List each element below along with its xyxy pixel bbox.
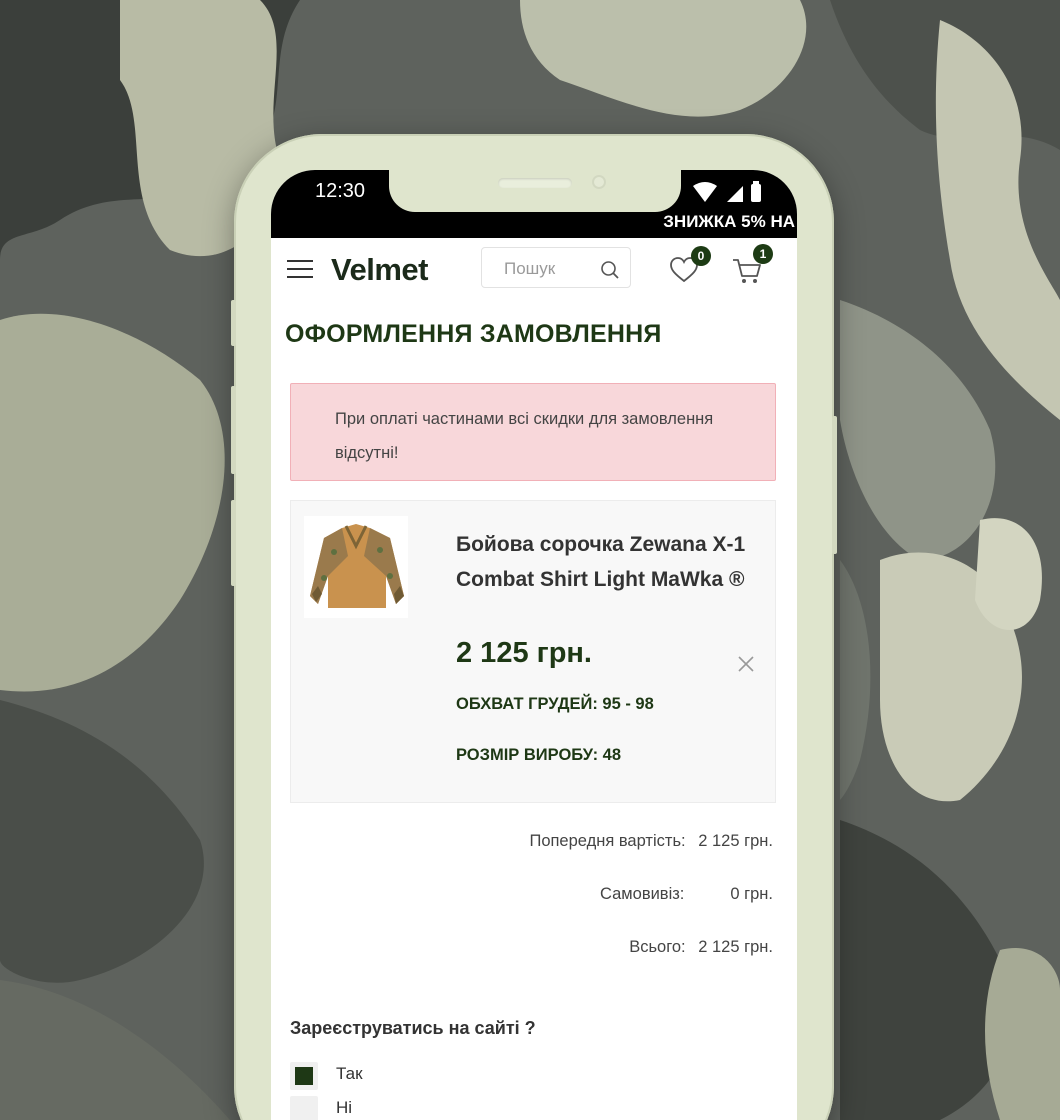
phone-power-button	[832, 416, 837, 554]
status-bar: 12:30 ЗНИЖКА 5% НА	[271, 170, 797, 238]
phone-screen: 12:30 ЗНИЖКА 5% НА Velmet Пошук 0 1 ОФОР…	[271, 170, 797, 1120]
cart-item: Бойова сорочка Zewana X-1 Combat Shirt L…	[290, 500, 776, 803]
product-name[interactable]: Бойова сорочка Zewana X-1 Combat Shirt L…	[456, 527, 756, 597]
subtotal-label: Попередня вартість:	[529, 832, 686, 850]
phone-volume-button	[231, 500, 236, 586]
pickup-row: Самовивіз: 0 грн.	[600, 885, 773, 904]
pickup-value: 0 грн.	[730, 885, 773, 903]
radio-yes-label: Так	[336, 1064, 363, 1083]
phone-side-button	[231, 300, 236, 346]
menu-icon[interactable]	[287, 260, 313, 278]
total-row: Всього: 2 125 грн.	[629, 938, 773, 957]
signal-icon	[727, 186, 743, 202]
site-header: Velmet Пошук 0 1	[271, 238, 797, 300]
register-question: Зареєструватись на сайті ?	[290, 1018, 536, 1038]
product-price: 2 125 грн.	[456, 637, 592, 669]
search-placeholder: Пошук	[504, 259, 556, 278]
subtotal-value: 2 125 грн.	[698, 832, 773, 850]
wishlist-count-badge: 0	[691, 246, 711, 266]
pickup-label: Самовивіз:	[600, 885, 685, 903]
cart-count-badge: 1	[753, 244, 773, 264]
status-time: 12:30	[315, 180, 366, 202]
radio-no[interactable]	[290, 1096, 318, 1120]
phone-camera	[592, 175, 606, 189]
product-attr-chest: ОБХВАТ ГРУДЕЙ: 95 - 98	[456, 695, 654, 713]
system-status-icons	[693, 181, 761, 202]
search-input[interactable]: Пошук	[481, 247, 631, 288]
promo-banner[interactable]: ЗНИЖКА 5% НА	[663, 212, 795, 232]
close-icon[interactable]	[737, 655, 755, 673]
phone-speaker	[498, 178, 572, 188]
product-attr-size: РОЗМІР ВИРОБУ: 48	[456, 746, 622, 764]
phone-volume-button	[231, 386, 236, 474]
phone-notch	[389, 170, 681, 212]
site-logo[interactable]: Velmet	[331, 252, 428, 288]
installment-alert: При оплаті частинами всі скидки для замо…	[290, 383, 776, 481]
battery-icon	[751, 184, 761, 202]
radio-yes[interactable]	[290, 1062, 318, 1090]
search-icon[interactable]	[600, 260, 620, 280]
wifi-icon	[693, 182, 717, 202]
total-label: Всього:	[629, 938, 686, 956]
tactical-shirt-image[interactable]	[304, 516, 408, 618]
radio-no-label: Ні	[336, 1098, 353, 1117]
total-value: 2 125 грн.	[698, 938, 773, 956]
page-title: ОФОРМЛЕННЯ ЗАМОВЛЕННЯ	[285, 320, 662, 348]
subtotal-row: Попередня вартість: 2 125 грн.	[529, 832, 773, 851]
alert-text: При оплаті частинами всі скидки для замо…	[335, 410, 714, 462]
